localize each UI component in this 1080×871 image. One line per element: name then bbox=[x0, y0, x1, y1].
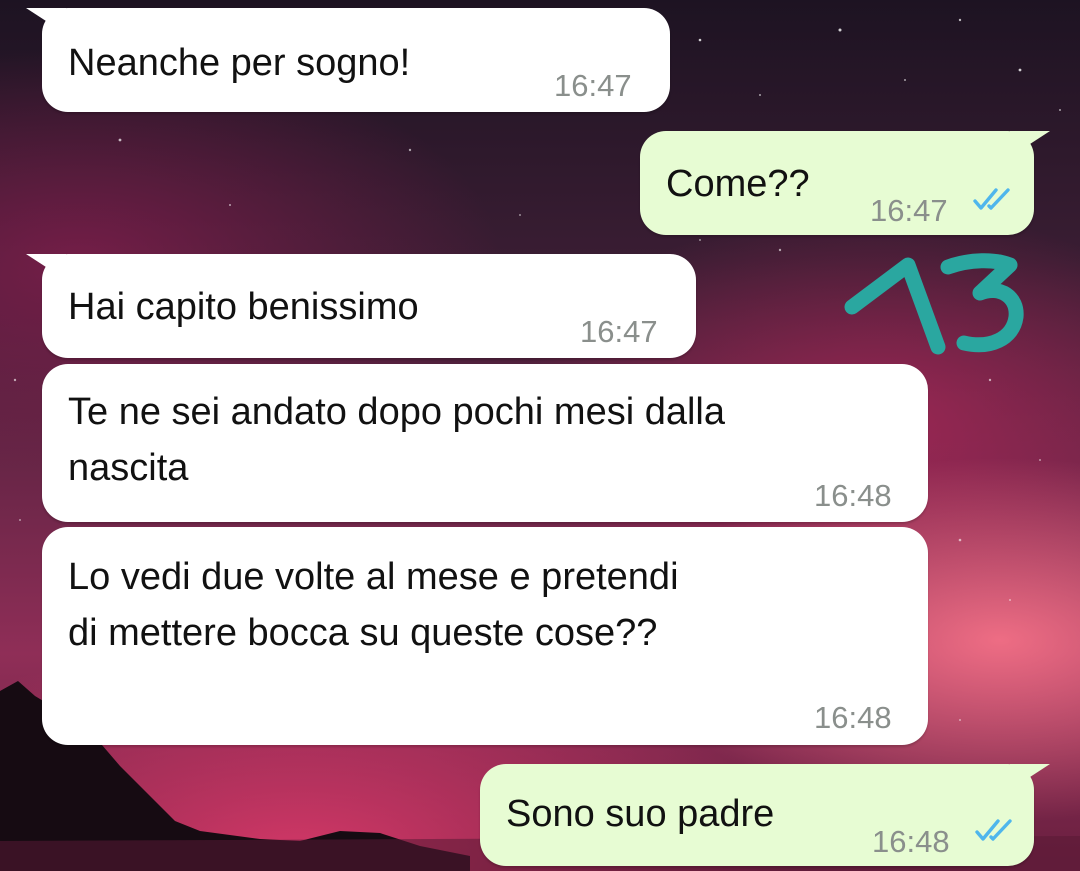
message-time: 16:48 bbox=[814, 478, 892, 513]
message-bubble-outgoing[interactable]: Come?? 16:47 bbox=[640, 131, 1050, 235]
message-time: 16:47 bbox=[554, 68, 632, 103]
message-bubble-incoming[interactable]: Hai capito benissimo 16:47 bbox=[26, 254, 696, 358]
message-text: Hai capito benissimo bbox=[68, 286, 419, 328]
message-text-line: nascita bbox=[68, 447, 189, 489]
bubble-tail bbox=[1010, 131, 1050, 157]
bubble-tail bbox=[26, 254, 66, 280]
message-text-line: Te ne sei andato dopo pochi mesi dalla bbox=[68, 391, 726, 433]
message-bubble-incoming[interactable]: Te ne sei andato dopo pochi mesi dalla n… bbox=[42, 364, 928, 522]
message-text-line: Lo vedi due volte al mese e pretendi bbox=[68, 556, 679, 598]
message-text: Come?? bbox=[666, 163, 810, 205]
message-text: Sono suo padre bbox=[506, 793, 775, 835]
message-text: Neanche per sogno! bbox=[68, 42, 411, 84]
message-text-line: di mettere bocca su queste cose?? bbox=[68, 612, 658, 654]
message-bubble-incoming[interactable]: Lo vedi due volte al mese e pretendi di … bbox=[42, 527, 928, 745]
read-double-check-icon bbox=[973, 188, 1010, 210]
message-time: 16:47 bbox=[580, 314, 658, 349]
message-bubble-incoming[interactable]: Neanche per sogno! 16:47 bbox=[26, 8, 670, 112]
message-time: 16:47 bbox=[870, 193, 948, 228]
handwritten-13-annotation bbox=[844, 253, 1024, 355]
read-double-check-icon bbox=[975, 819, 1012, 841]
bubble-tail bbox=[26, 8, 66, 34]
message-time: 16:48 bbox=[814, 700, 892, 735]
message-time: 16:48 bbox=[872, 824, 950, 859]
message-bubble-outgoing[interactable]: Sono suo padre 16:48 bbox=[480, 764, 1050, 866]
